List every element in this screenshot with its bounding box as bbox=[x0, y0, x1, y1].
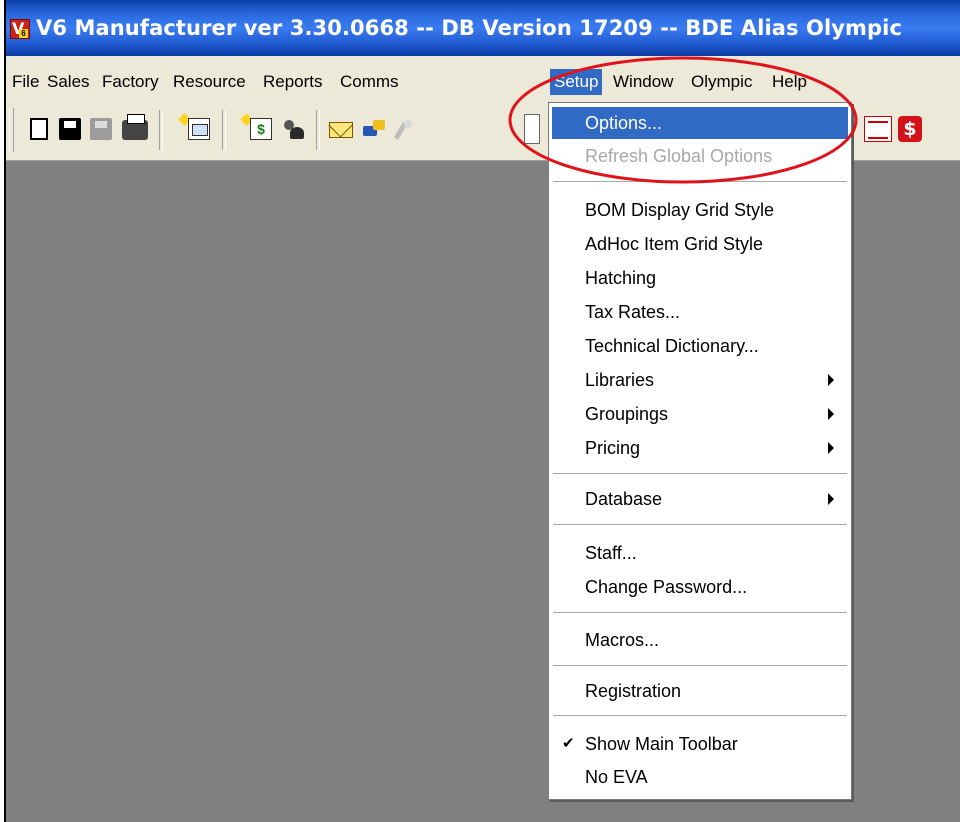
menu-item-pricing[interactable]: Pricing bbox=[552, 432, 848, 464]
part-icon[interactable] bbox=[524, 114, 540, 144]
menu-sales[interactable]: Sales bbox=[43, 69, 94, 95]
new-item-icon[interactable] bbox=[188, 118, 210, 140]
menu-item-tax-rates[interactable]: Tax Rates... bbox=[552, 296, 848, 328]
submenu-arrow-icon bbox=[828, 374, 834, 386]
menu-item-registration[interactable]: Registration bbox=[552, 675, 848, 707]
menu-file[interactable]: File bbox=[8, 69, 43, 95]
menu-factory[interactable]: Factory bbox=[98, 69, 163, 95]
menu-item-label: Libraries bbox=[585, 370, 655, 390]
menu-setup[interactable]: Setup bbox=[550, 69, 603, 95]
setup-dropdown-menu: Options... Refresh Global Options BOM Di… bbox=[548, 102, 852, 800]
email-icon[interactable] bbox=[329, 122, 353, 138]
dollar-icon[interactable]: $ bbox=[898, 116, 922, 142]
menu-separator bbox=[553, 181, 847, 182]
menu-olympic[interactable]: Olympic bbox=[687, 69, 756, 95]
transfer-icon[interactable] bbox=[363, 118, 387, 140]
menu-item-options[interactable]: Options... bbox=[552, 107, 848, 139]
menu-window[interactable]: Window bbox=[609, 69, 677, 95]
menu-item-groupings[interactable]: Groupings bbox=[552, 398, 848, 430]
menu-item-macros[interactable]: Macros... bbox=[552, 624, 848, 656]
checkmark-icon: ✔ bbox=[562, 735, 575, 752]
window-title: V6 Manufacturer ver 3.30.0668 -- DB Vers… bbox=[36, 16, 903, 40]
menu-item-label: Pricing bbox=[585, 438, 641, 458]
report-icon[interactable] bbox=[864, 116, 892, 142]
menu-comms[interactable]: Comms bbox=[336, 69, 403, 95]
menu-item-libraries[interactable]: Libraries bbox=[552, 364, 848, 396]
menu-item-bom-display-grid-style[interactable]: BOM Display Grid Style bbox=[552, 194, 848, 226]
toolbar-separator bbox=[159, 110, 163, 150]
menu-reports[interactable]: Reports bbox=[259, 69, 327, 95]
menu-item-label: Groupings bbox=[585, 404, 669, 424]
new-quote-icon[interactable]: $ bbox=[250, 118, 272, 140]
menu-item-label: Database bbox=[585, 489, 663, 509]
submenu-arrow-icon bbox=[828, 493, 834, 505]
menu-item-database[interactable]: Database bbox=[552, 483, 848, 515]
new-document-icon[interactable] bbox=[30, 118, 48, 140]
staff-icon[interactable] bbox=[282, 118, 306, 140]
menu-item-no-eva[interactable]: No EVA bbox=[552, 761, 848, 793]
print-icon[interactable] bbox=[122, 114, 148, 140]
menu-item-hatching[interactable]: Hatching bbox=[552, 262, 848, 294]
wand-icon[interactable] bbox=[392, 118, 416, 142]
toolbar-separator bbox=[316, 110, 320, 150]
menu-separator bbox=[553, 665, 847, 666]
menu-separator bbox=[553, 473, 847, 474]
app-icon[interactable]: V 6 bbox=[10, 19, 30, 39]
app-icon-badge: 6 bbox=[19, 29, 28, 38]
menu-item-refresh-global-options: Refresh Global Options bbox=[585, 146, 773, 166]
submenu-arrow-icon bbox=[828, 408, 834, 420]
menu-item-staff[interactable]: Staff... bbox=[552, 537, 848, 569]
title-bar[interactable]: V 6 V6 Manufacturer ver 3.30.0668 -- DB … bbox=[6, 0, 960, 56]
menu-separator bbox=[553, 715, 847, 716]
menu-resource[interactable]: Resource bbox=[169, 69, 250, 95]
menu-item-show-main-toolbar[interactable]: ✔ Show Main Toolbar bbox=[552, 728, 848, 760]
menu-separator bbox=[553, 524, 847, 525]
toolbar-separator bbox=[222, 110, 226, 150]
save-icon[interactable] bbox=[59, 118, 81, 140]
submenu-arrow-icon bbox=[828, 442, 834, 454]
save-all-icon[interactable] bbox=[90, 118, 112, 140]
menu-separator bbox=[553, 612, 847, 613]
menu-bar: File Sales Factory Resource Reports Comm… bbox=[6, 56, 960, 100]
menu-item-adhoc-item-grid-style[interactable]: AdHoc Item Grid Style bbox=[552, 228, 848, 260]
menu-item-label: Show Main Toolbar bbox=[585, 734, 738, 754]
menu-help[interactable]: Help bbox=[768, 69, 811, 95]
toolbar-grip[interactable] bbox=[9, 108, 14, 152]
menu-item-technical-dictionary[interactable]: Technical Dictionary... bbox=[552, 330, 848, 362]
menu-item-change-password[interactable]: Change Password... bbox=[552, 571, 848, 603]
